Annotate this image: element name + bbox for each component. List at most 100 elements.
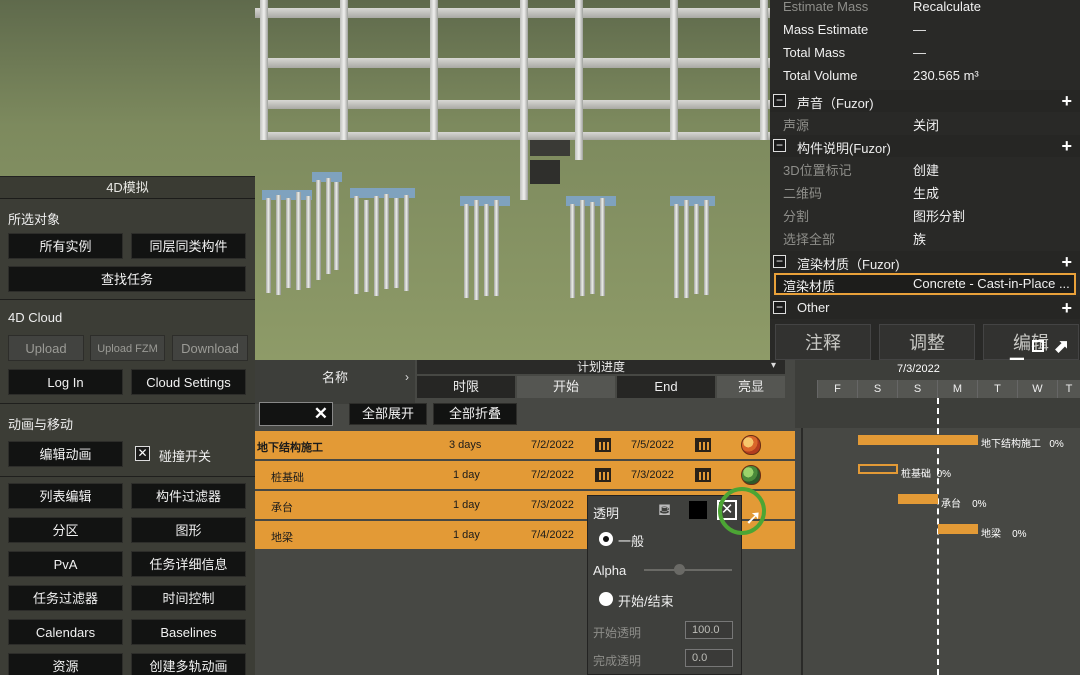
search-input[interactable]: ✕ [259, 402, 333, 426]
pile [600, 198, 605, 296]
paint-bucket-icon[interactable]: ⛾ [658, 501, 671, 521]
task-filter-button[interactable]: 任务过滤器 [8, 585, 123, 611]
collision-checkbox[interactable]: ✕ [135, 446, 150, 461]
name-column-header[interactable]: 名称 [255, 360, 415, 404]
graphics-button[interactable]: 图形 [131, 517, 246, 543]
expand-icon[interactable]: + [1061, 298, 1072, 319]
annotate-button[interactable]: 注释 [775, 324, 871, 360]
zone-button[interactable]: 分区 [8, 517, 123, 543]
calendar-icon[interactable] [695, 438, 711, 452]
gantt-bar-label: 地梁 0% [981, 529, 1027, 540]
category-other[interactable]: − Other + [770, 297, 1080, 319]
gantt-bar[interactable] [858, 435, 978, 445]
property-row[interactable]: 选择全部 族 [774, 226, 1076, 248]
task-name: 桩基础 [271, 472, 304, 484]
category-description[interactable]: − 构件说明(Fuzor) + [770, 135, 1080, 157]
material-value[interactable]: Concrete - Cast-in-Place ... [913, 276, 1070, 291]
table-row[interactable]: 地下结构施工 3 days 7/2/2022 7/5/2022 [255, 431, 795, 459]
property-value[interactable]: 创建 [913, 160, 939, 179]
expand-all-button[interactable]: 全部展开 [349, 403, 427, 425]
start-end-radio[interactable] [599, 592, 613, 606]
gantt-bar[interactable] [938, 524, 978, 534]
property-row[interactable]: 分割 图形分割 [774, 203, 1076, 225]
splitter[interactable] [801, 428, 803, 675]
plan-progress-header[interactable]: 计划进度 [417, 360, 785, 374]
normal-radio[interactable] [599, 532, 613, 546]
pile [484, 204, 489, 296]
property-value: — [913, 45, 926, 60]
property-value[interactable]: 生成 [913, 183, 939, 202]
palette-icon[interactable] [741, 435, 761, 455]
duration-header[interactable]: 时限 [417, 376, 515, 398]
transparency-popup: 透明 ⛾ ✕ 一般 Alpha 开始/结束 开始透明 100.0 完成透明 0.… [587, 495, 742, 675]
recalculate-link[interactable]: Recalculate [913, 0, 981, 14]
all-instances-button[interactable]: 所有实例 [8, 233, 123, 259]
start-header[interactable]: 开始 [517, 376, 615, 398]
property-value[interactable]: 族 [913, 229, 926, 248]
task-details-button[interactable]: 任务详细信息 [131, 551, 246, 577]
pva-button[interactable]: PvA [8, 551, 123, 577]
gantt-chart[interactable]: 7/3/2022 F S S M T W T 地下结构施工 0% 桩基础 0% … [795, 360, 1080, 675]
collapse-icon[interactable]: − [773, 255, 786, 268]
highlight-header[interactable]: 亮显 [717, 376, 785, 398]
palette-icon[interactable] [741, 465, 761, 485]
properties-panel: Estimate Mass Recalculate Mass Estimate … [770, 0, 1080, 360]
expand-arrow-icon[interactable]: ⬈ [1054, 336, 1069, 357]
calendars-button[interactable]: Calendars [8, 619, 123, 645]
adjust-button[interactable]: 调整 [879, 324, 975, 360]
category-sound[interactable]: − 声音（Fuzor) + [770, 90, 1080, 112]
table-row[interactable]: 桩基础 1 day 7/2/2022 7/3/2022 [255, 461, 795, 489]
upload-button[interactable]: Upload [8, 335, 84, 361]
finish-transparency-field[interactable]: 0.0 [685, 649, 733, 667]
expand-icon[interactable]: + [1061, 91, 1072, 112]
property-row[interactable]: Estimate Mass Recalculate [774, 0, 1076, 18]
expand-icon[interactable]: + [1061, 252, 1072, 273]
close-icon[interactable]: ✕ [314, 404, 328, 424]
restore-icon[interactable] [1032, 340, 1044, 352]
cursor-icon: ➚ [745, 507, 762, 529]
color-swatch[interactable] [689, 501, 707, 519]
same-layer-button[interactable]: 同层同类构件 [131, 233, 246, 259]
pile [266, 198, 271, 293]
time-control-button[interactable]: 时间控制 [131, 585, 246, 611]
collapse-icon[interactable]: − [773, 94, 786, 107]
alpha-slider-thumb[interactable] [674, 564, 685, 575]
baselines-button[interactable]: Baselines [131, 619, 246, 645]
pile [694, 204, 699, 294]
chevron-right-icon[interactable]: › [405, 370, 409, 384]
property-row[interactable]: 3D位置标记 创建 [774, 157, 1076, 179]
cloud-settings-button[interactable]: Cloud Settings [131, 369, 246, 395]
category-render-material[interactable]: − 渲染材质（Fuzor) + [770, 251, 1080, 273]
expand-icon[interactable]: + [1061, 136, 1072, 157]
property-key: Total Volume [783, 68, 858, 83]
chevron-down-icon[interactable]: ▾ [771, 360, 776, 371]
property-value[interactable]: 图形分割 [913, 206, 965, 225]
upload-fzm-button[interactable]: Upload FZM [90, 335, 165, 361]
start-transparency-field[interactable]: 100.0 [685, 621, 733, 639]
property-row[interactable]: 声源 关闭 [774, 112, 1076, 134]
alpha-slider-track[interactable] [644, 569, 732, 571]
calendar-icon[interactable] [695, 468, 711, 482]
end-header[interactable]: End [617, 376, 715, 398]
day-label: W [1017, 380, 1057, 398]
download-button[interactable]: Download [172, 335, 248, 361]
render-material-row[interactable]: 渲染材质 Concrete - Cast-in-Place ... [774, 273, 1076, 295]
collapse-icon[interactable]: − [773, 301, 786, 314]
element-filter-button[interactable]: 构件过滤器 [131, 483, 246, 509]
find-task-button[interactable]: 查找任务 [8, 266, 246, 292]
calendar-icon[interactable] [595, 468, 611, 482]
log-in-button[interactable]: Log In [8, 369, 123, 395]
property-value[interactable]: 关闭 [913, 115, 939, 134]
gantt-bar[interactable] [858, 464, 898, 474]
property-row[interactable]: 二维码 生成 [774, 180, 1076, 202]
minimize-icon[interactable]: ▁ [1010, 340, 1024, 361]
edit-animation-button[interactable]: 编辑动画 [8, 441, 123, 467]
resources-button[interactable]: 资源 [8, 653, 123, 675]
multi-track-animation-button[interactable]: 创建多轨动画 [131, 653, 246, 675]
collapse-icon[interactable]: − [773, 139, 786, 152]
collapse-all-button[interactable]: 全部折叠 [433, 403, 517, 425]
calendar-icon[interactable] [595, 438, 611, 452]
normal-label: 一般 [618, 534, 645, 549]
list-edit-button[interactable]: 列表编辑 [8, 483, 123, 509]
gantt-bar[interactable] [898, 494, 938, 504]
